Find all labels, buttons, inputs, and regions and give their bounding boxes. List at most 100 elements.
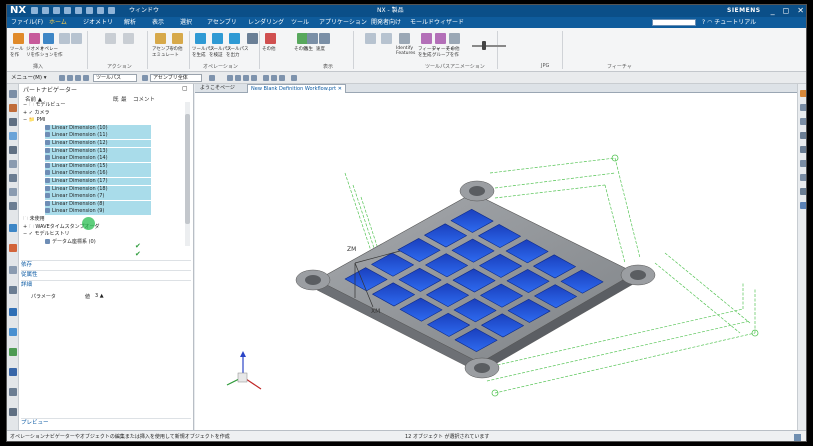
process-studio-icon[interactable] <box>9 202 17 210</box>
system-materials-icon[interactable] <box>9 286 17 294</box>
pmi-dimension-row[interactable]: Linear Dimension (9) <box>45 208 151 216</box>
menu-button[interactable]: メニュー(M) ▾ <box>11 72 47 84</box>
panel-dependents[interactable]: 従属性 <box>21 270 191 279</box>
reuse-library-icon[interactable] <box>9 146 17 154</box>
tab-welcome-page[interactable]: ようこそページ <box>197 84 238 93</box>
inspection-icon[interactable] <box>9 408 17 416</box>
pmi-dimension-row[interactable]: Linear Dimension (16) <box>45 170 151 178</box>
blue-pocket-grid[interactable] <box>344 208 604 352</box>
window-switch-icon[interactable] <box>108 7 115 14</box>
midpoint-icon[interactable] <box>235 75 241 81</box>
endpoint-icon[interactable] <box>227 75 233 81</box>
tab-geometry[interactable]: ジオメトリ <box>83 17 113 28</box>
operation-navigator-icon[interactable] <box>9 224 17 232</box>
touch-mode-icon[interactable] <box>97 7 104 14</box>
tree-row[interactable]: − ✓ モデルヒストリ <box>23 231 173 238</box>
layer-icon[interactable] <box>9 308 17 316</box>
orient-icon[interactable] <box>800 118 806 125</box>
quadrant-icon[interactable] <box>263 75 269 81</box>
timer-icon[interactable] <box>9 328 17 336</box>
tab-file[interactable]: ファイル(F) <box>11 17 43 28</box>
magnet-icon[interactable] <box>75 75 81 81</box>
redo-icon[interactable] <box>53 7 60 14</box>
intersection-icon[interactable] <box>251 75 257 81</box>
save-icon[interactable] <box>31 7 38 14</box>
assembly-navigator-icon[interactable] <box>9 104 17 112</box>
ribbon-button-15-icon[interactable] <box>307 33 318 44</box>
roles-icon[interactable] <box>9 266 17 274</box>
existing-point-icon[interactable] <box>271 75 277 81</box>
ribbon-button-10-icon[interactable] <box>212 33 223 44</box>
tree-row[interactable]: + ✓ カメラ <box>23 110 173 117</box>
pmi-dimension-row[interactable]: Linear Dimension (17) <box>45 178 151 185</box>
part-navigator-icon[interactable] <box>9 132 17 140</box>
tree-row[interactable]: 🗀 未使用 <box>23 216 173 223</box>
constraint-navigator-icon[interactable] <box>9 118 17 126</box>
tree-row[interactable]: データム座標系 (0) <box>45 238 173 246</box>
ribbon-button-13-icon[interactable] <box>265 33 276 44</box>
ribbon-button-21-icon[interactable] <box>435 33 446 44</box>
ribbon-button-9-icon[interactable] <box>195 33 206 44</box>
ribbon-button-20-icon[interactable] <box>421 33 432 44</box>
snap-point-icon[interactable] <box>209 75 215 81</box>
tab-active-part[interactable]: New Blank Definition Workflow.prt ✕ <box>247 84 346 93</box>
pmi-dimension-row[interactable]: Linear Dimension (8) <box>45 200 151 208</box>
graphics-window[interactable]: ZM XM <box>195 93 797 430</box>
ribbon-button-12-icon[interactable] <box>247 33 258 44</box>
copy-icon[interactable] <box>64 7 71 14</box>
panel-dependencies[interactable]: 依存 <box>21 260 191 269</box>
snap-icon[interactable] <box>67 75 73 81</box>
grid-icon[interactable] <box>9 388 17 396</box>
pmi-dimension-row[interactable]: Linear Dimension (11) <box>45 132 151 140</box>
command-search-input[interactable] <box>652 19 696 26</box>
tool-library-icon[interactable] <box>9 348 17 356</box>
render-style-icon[interactable] <box>800 188 806 195</box>
minimize-button[interactable]: _ <box>771 5 775 17</box>
pmi-dimension-row[interactable]: Linear Dimension (10) <box>45 124 151 132</box>
tab-close-icon[interactable]: ✕ <box>338 86 342 92</box>
ribbon-button-1-icon[interactable] <box>29 33 40 44</box>
ribbon-button-2-icon[interactable] <box>43 33 54 44</box>
pmi-dimension-row[interactable]: Linear Dimension (14) <box>45 155 151 163</box>
ribbon-button-5-icon[interactable] <box>105 33 116 44</box>
tab-view[interactable]: 表示 <box>152 17 164 28</box>
tab-rendering[interactable]: レンダリング <box>248 17 284 28</box>
window-menu[interactable]: ウィンドウ <box>129 5 159 17</box>
tree-row[interactable]: − 📁 PMI <box>23 117 173 124</box>
hd3d-tools-icon[interactable] <box>9 160 17 168</box>
history-icon[interactable] <box>9 188 17 196</box>
tab-application[interactable]: アプリケーション <box>319 17 367 28</box>
ribbon-button-6-icon[interactable] <box>123 33 134 44</box>
rotate-icon[interactable] <box>800 146 806 153</box>
select-icon[interactable] <box>59 75 65 81</box>
navigator-scroll-thumb[interactable] <box>185 114 190 224</box>
ribbon-button-17-icon[interactable] <box>365 33 376 44</box>
tab-analysis[interactable]: 解析 <box>124 17 136 28</box>
layout-icon[interactable] <box>800 90 806 97</box>
undo-icon[interactable] <box>42 7 49 14</box>
ribbon-button-4-icon[interactable] <box>71 33 82 44</box>
tab-developer[interactable]: 開発者向け <box>371 17 401 28</box>
ribbon-button-18-icon[interactable] <box>381 33 392 44</box>
pmi-dimension-row[interactable]: Linear Dimension (15) <box>45 162 151 170</box>
type-filter-select[interactable]: ツールパス <box>93 74 137 82</box>
animation-speed-slider-knob[interactable] <box>482 41 486 50</box>
tab-select[interactable]: 選択 <box>180 17 192 28</box>
pmi-dimension-row[interactable]: Linear Dimension (13) <box>45 147 151 155</box>
tab-assembly[interactable]: アセンブリ <box>207 17 237 28</box>
maximize-button[interactable]: ◻ <box>783 5 790 17</box>
ribbon-button-11-icon[interactable] <box>229 33 240 44</box>
ribbon-button-19-icon[interactable] <box>399 33 410 44</box>
view-icon[interactable] <box>800 104 806 111</box>
web-browser-icon[interactable] <box>9 174 17 182</box>
fit-icon[interactable] <box>800 160 806 167</box>
scope-select[interactable]: アセンブリ全体 <box>150 74 202 82</box>
tab-mold-wizard[interactable]: モールドウィザード <box>410 17 464 28</box>
pmi-dimension-row[interactable]: Linear Dimension (12) <box>45 140 151 147</box>
pmi-dimension-row[interactable]: Linear Dimension (7) <box>45 193 151 201</box>
filter-icon[interactable] <box>83 75 89 81</box>
ribbon-button-22-icon[interactable] <box>449 33 460 44</box>
paste-icon[interactable] <box>75 7 82 14</box>
view-options-icon[interactable] <box>291 75 297 81</box>
ribbon-button-0-icon[interactable] <box>13 33 24 44</box>
